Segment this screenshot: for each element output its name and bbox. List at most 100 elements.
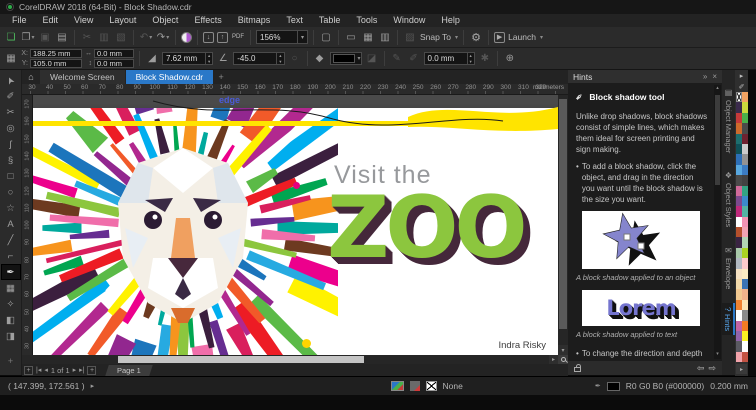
menu-effects[interactable]: Effects	[186, 14, 229, 27]
horizontal-scroll-thumb[interactable]	[118, 356, 364, 363]
color-swatch[interactable]	[741, 310, 748, 321]
paste-icon[interactable]: ▧	[114, 29, 128, 45]
docker-collapse-icon[interactable]: »	[703, 72, 707, 81]
scroll-right-icon[interactable]: ▸	[549, 355, 558, 364]
color-swatch[interactable]	[741, 143, 748, 155]
show-grid-icon[interactable]: ▦	[361, 29, 375, 45]
tab-block-shadow[interactable]: Block Shadow.cdr	[125, 70, 214, 84]
menu-window[interactable]: Window	[385, 14, 433, 27]
show-guidelines-icon[interactable]: ▥	[378, 29, 392, 45]
zoom-level-combo[interactable]: ▾	[256, 30, 308, 44]
freehand-tool[interactable]: ʃ	[1, 136, 21, 152]
menu-bitmaps[interactable]: Bitmaps	[230, 14, 279, 27]
color-swatch[interactable]	[741, 237, 748, 248]
print-icon[interactable]: ▤	[55, 29, 69, 45]
color-swatch[interactable]	[741, 216, 748, 228]
color-swatch[interactable]	[741, 227, 748, 238]
color-swatch[interactable]	[741, 299, 748, 311]
shadow-color-picker[interactable]: ▾	[329, 52, 362, 65]
extrude-width-spin[interactable]: ▴ ▾	[466, 53, 474, 64]
snap-to-label[interactable]: Snap To	[420, 32, 451, 42]
menu-layout[interactable]: Layout	[101, 14, 144, 27]
shadow-angle-spin[interactable]: ▴ ▾	[276, 53, 283, 64]
zoom-level-input[interactable]	[257, 32, 297, 42]
menu-table[interactable]: Table	[311, 14, 349, 27]
rectangle-tool[interactable]: □	[1, 168, 21, 184]
color-swatch[interactable]	[741, 258, 748, 269]
add-preset-icon[interactable]: ⊕	[503, 51, 517, 67]
status-expand-icon[interactable]: ▸	[91, 382, 95, 390]
color-swatch[interactable]	[741, 133, 748, 144]
color-swatch[interactable]	[741, 330, 748, 342]
color-swatch[interactable]	[741, 268, 748, 280]
zoom-level-dropdown-icon[interactable]: ▾	[297, 31, 307, 43]
hints-scroll-down-icon[interactable]: ▾	[714, 351, 721, 359]
menu-view[interactable]: View	[66, 14, 101, 27]
menu-text[interactable]: Text	[278, 14, 311, 27]
vertical-scroll-thumb[interactable]	[559, 99, 567, 329]
color-swatch[interactable]	[741, 320, 748, 331]
interactive-fill-tool[interactable]: ◧	[1, 312, 21, 328]
add-page-after-button[interactable]: +	[87, 365, 97, 375]
color-swatch[interactable]	[741, 247, 748, 259]
horizontal-scrollbar[interactable]: ▸	[22, 355, 558, 364]
x-position-field[interactable]: 188.25 mm	[30, 49, 82, 58]
launch-icon[interactable]: ▶	[494, 31, 506, 43]
horizontal-ruler[interactable]: 30 40 50 60 70 80 90 100 110 120 130 140 150 160 170 18…	[22, 84, 568, 95]
transparency-tool[interactable]: ▦	[1, 280, 21, 296]
docker-tab-object-manager[interactable]: ▤ Object Manager	[724, 84, 733, 157]
outline-style-icon[interactable]: ✐	[407, 51, 421, 67]
hints-forward-icon[interactable]: ⇨	[708, 363, 716, 374]
block-shadow-tool[interactable]: ✒	[0, 264, 21, 280]
shape-tool[interactable]: ✐	[1, 88, 21, 104]
text-tool[interactable]: A	[1, 216, 21, 232]
cut-icon[interactable]: ✂	[80, 29, 94, 45]
save-icon[interactable]: ▣	[38, 29, 52, 45]
hints-header[interactable]: Hints » ×	[568, 70, 722, 83]
hints-scrollbar[interactable]: ▴ ▾	[714, 85, 721, 359]
docker-tab-hints[interactable]: ? Hints	[722, 302, 735, 336]
outline-pen-icon[interactable]: ✎	[390, 51, 404, 67]
eyedropper-tool[interactable]: ✧	[1, 296, 21, 312]
artistic-media-tool[interactable]: §	[1, 152, 21, 168]
object-height-field[interactable]: 0.0 mm	[94, 59, 134, 68]
generate-icon[interactable]: ✱	[478, 51, 492, 67]
add-page-before-button[interactable]: +	[24, 365, 33, 375]
launch-label[interactable]: Launch	[508, 32, 536, 42]
object-width-field[interactable]: 0.0 mm	[94, 49, 134, 58]
color-swatch[interactable]	[741, 289, 748, 300]
home-tab-icon[interactable]: ⌂	[22, 70, 40, 84]
color-swatch[interactable]	[741, 102, 748, 113]
search-content-icon[interactable]	[181, 31, 192, 43]
palette-options-button[interactable]: ▸	[736, 364, 747, 375]
options-gear-icon[interactable]: ⚙	[469, 29, 483, 45]
menu-tools[interactable]: Tools	[348, 14, 385, 27]
hints-back-icon[interactable]: ⇦	[697, 363, 705, 374]
show-rulers-icon[interactable]: ▭	[344, 29, 358, 45]
drawing-canvas[interactable]: Visit the ZOO Indra Risky edge	[33, 95, 558, 355]
palette-flyout-icon[interactable]: ▸	[740, 70, 744, 81]
shadow-color-dropdown-icon[interactable]: ▾	[358, 55, 361, 62]
color-swatch[interactable]	[741, 123, 748, 134]
open-icon[interactable]: ❐ ▾	[21, 29, 35, 45]
tab-welcome-screen[interactable]: Welcome Screen	[40, 70, 125, 84]
title-bar[interactable]: CorelDRAW 2018 (64-Bit) - Block Shadow.c…	[0, 0, 756, 14]
menu-help[interactable]: Help	[433, 14, 468, 27]
smart-fill-tool[interactable]: ◨	[1, 328, 21, 344]
previous-page-icon[interactable]: ◂	[44, 366, 48, 374]
new-document-icon[interactable]: ❏	[4, 29, 18, 45]
menu-file[interactable]: File	[4, 14, 35, 27]
edge-guideline-label[interactable]: edge	[219, 95, 240, 105]
hints-scroll-up-icon[interactable]: ▴	[714, 85, 721, 93]
dimension-tool[interactable]: ╱	[1, 232, 21, 248]
palette-eyedropper-icon[interactable]: ✐	[739, 81, 745, 92]
navigator-button[interactable]	[558, 355, 568, 364]
color-swatch[interactable]	[741, 112, 748, 124]
ellipse-tool[interactable]: ○	[1, 184, 21, 200]
round-corner-icon[interactable]: ○	[288, 51, 302, 67]
redo-icon[interactable]: ↷ ▾	[156, 29, 170, 45]
scroll-down-icon[interactable]: ▾	[558, 345, 568, 355]
color-swatch[interactable]	[741, 154, 748, 165]
y-position-field[interactable]: 105.0 mm	[30, 59, 82, 68]
extrude-width-value[interactable]: 0.0 mm	[425, 54, 467, 63]
